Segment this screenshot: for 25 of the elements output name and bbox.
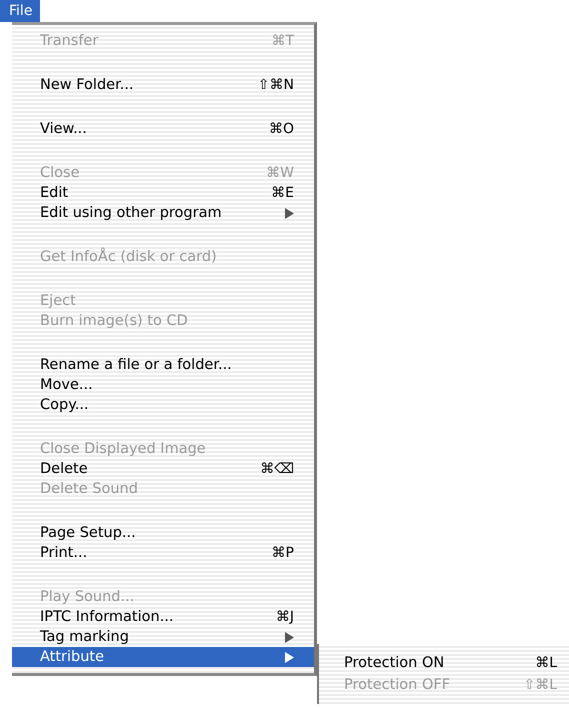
shortcut: ⌘O bbox=[268, 121, 294, 137]
menu-item[interactable]: Edit using other program bbox=[12, 203, 314, 223]
shortcut: ⌘J bbox=[276, 609, 294, 625]
shortcut: ⌘P bbox=[272, 545, 294, 561]
menu-title[interactable]: File bbox=[0, 0, 40, 22]
menu-item[interactable]: Edit ⌘E bbox=[12, 183, 314, 203]
shortcut: ⌘E bbox=[271, 185, 294, 201]
shortcut: ⇧⌘N bbox=[258, 77, 294, 93]
shortcut: ⌘L bbox=[535, 655, 557, 671]
menu-item[interactable]: Rename a file or a folder... bbox=[12, 355, 314, 375]
menu-item[interactable]: IPTC Information... ⌘J bbox=[12, 607, 314, 627]
menu-item[interactable]: Move... bbox=[12, 375, 314, 395]
shortcut: ⇧⌘L bbox=[523, 677, 557, 693]
menu-item[interactable]: Attribute bbox=[12, 647, 314, 667]
menu-item[interactable]: Page Setup... bbox=[12, 523, 314, 543]
menu-item[interactable]: Print... ⌘P bbox=[12, 543, 314, 563]
menu-item[interactable]: Delete ⌘⌫ bbox=[12, 459, 314, 479]
menu-item[interactable]: Copy... bbox=[12, 395, 314, 415]
shortcut: ⌘W bbox=[266, 165, 294, 181]
menu-item[interactable]: Tag marking bbox=[12, 627, 314, 647]
shortcut: ⌘⌫ bbox=[260, 461, 294, 477]
menu-item[interactable]: New Folder... ⇧⌘N bbox=[12, 75, 314, 95]
menu-item[interactable]: View... ⌘O bbox=[12, 119, 314, 139]
shortcut: ⌘T bbox=[271, 33, 294, 49]
menu-item[interactable]: Protection ON ⌘L bbox=[319, 652, 569, 674]
